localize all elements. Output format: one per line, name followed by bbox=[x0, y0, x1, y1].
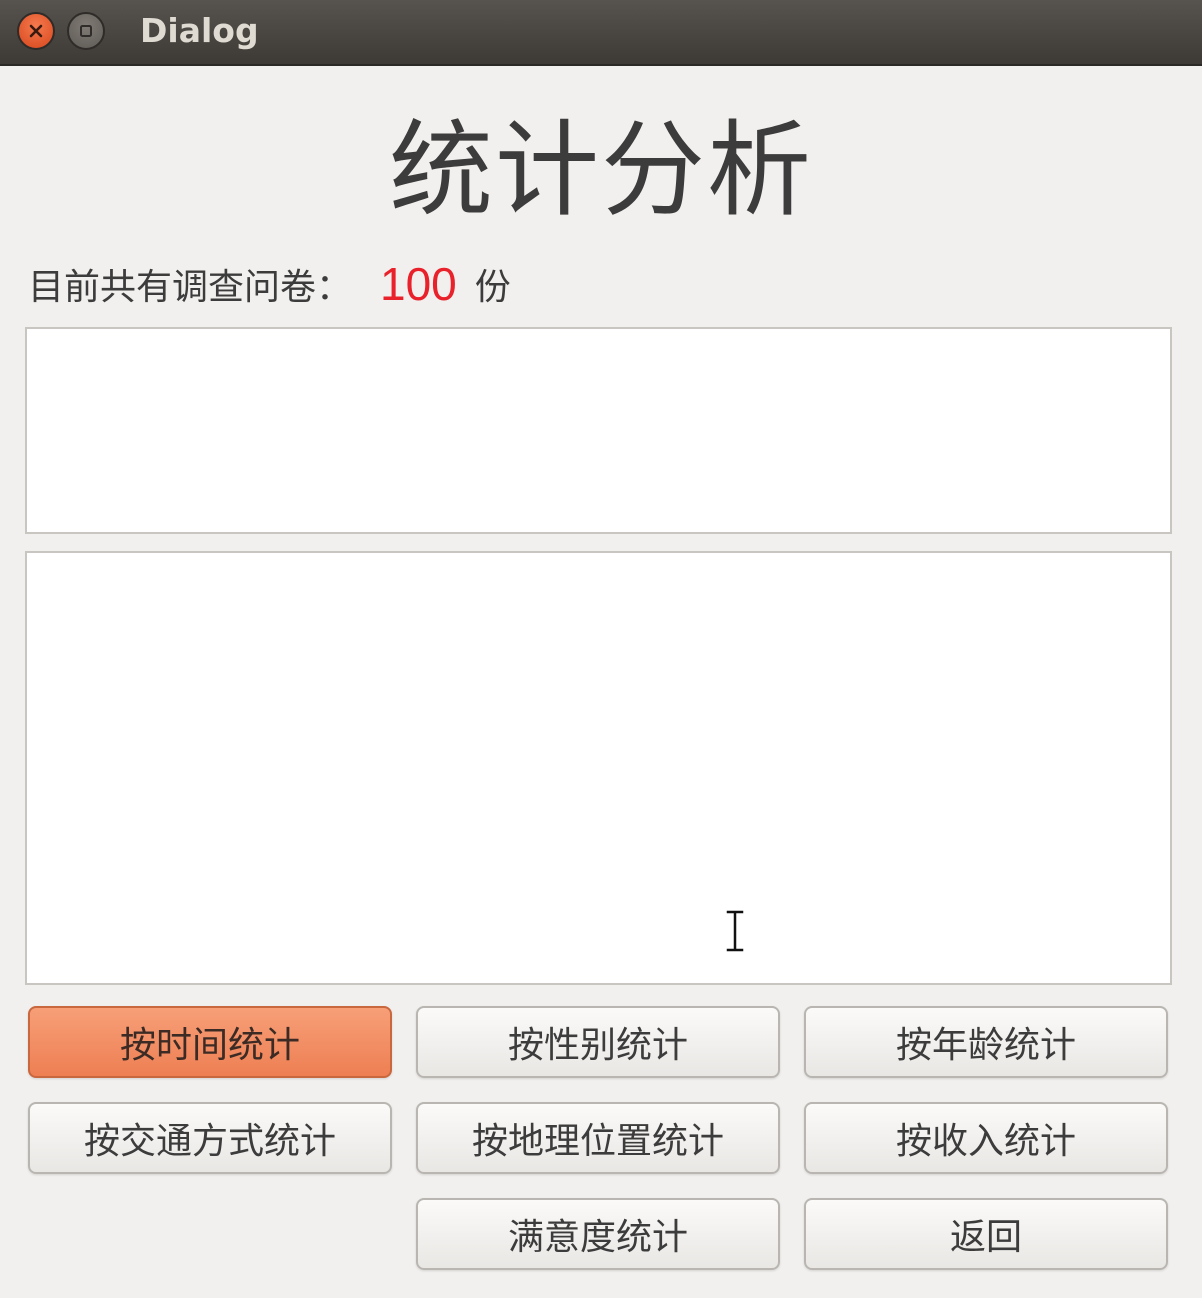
stat-by-location-button[interactable]: 按地理位置统计 bbox=[416, 1102, 780, 1174]
stat-by-gender-button[interactable]: 按性别统计 bbox=[416, 1006, 780, 1078]
stat-by-transport-button[interactable]: 按交通方式统计 bbox=[28, 1102, 392, 1174]
title-bar[interactable]: Dialog bbox=[0, 0, 1202, 66]
dialog-window: Dialog 统计分析 目前共有调查问卷： 100 份 按时间统计 按性别统计 … bbox=[0, 0, 1202, 1298]
stat-satisfaction-button[interactable]: 满意度统计 bbox=[416, 1198, 780, 1270]
back-button[interactable]: 返回 bbox=[804, 1198, 1168, 1270]
maximize-icon bbox=[80, 25, 92, 37]
close-button[interactable] bbox=[17, 12, 55, 50]
text-cursor-icon bbox=[724, 908, 746, 954]
survey-count-label: 目前共有调查问卷： bbox=[28, 267, 353, 308]
stat-by-time-button[interactable]: 按时间统计 bbox=[28, 1006, 392, 1078]
survey-count-row: 目前共有调查问卷： 100 份 bbox=[28, 256, 511, 312]
stat-by-income-button[interactable]: 按收入统计 bbox=[804, 1102, 1168, 1174]
window-title: Dialog bbox=[140, 11, 259, 50]
result-text-area[interactable] bbox=[25, 551, 1172, 985]
survey-count-unit: 份 bbox=[474, 267, 511, 308]
stat-by-age-button[interactable]: 按年龄统计 bbox=[804, 1006, 1168, 1078]
maximize-button[interactable] bbox=[67, 12, 105, 50]
survey-count-value: 100 bbox=[380, 258, 457, 310]
page-title: 统计分析 bbox=[388, 109, 813, 231]
close-icon bbox=[29, 24, 43, 38]
summary-text-area[interactable] bbox=[25, 327, 1172, 534]
